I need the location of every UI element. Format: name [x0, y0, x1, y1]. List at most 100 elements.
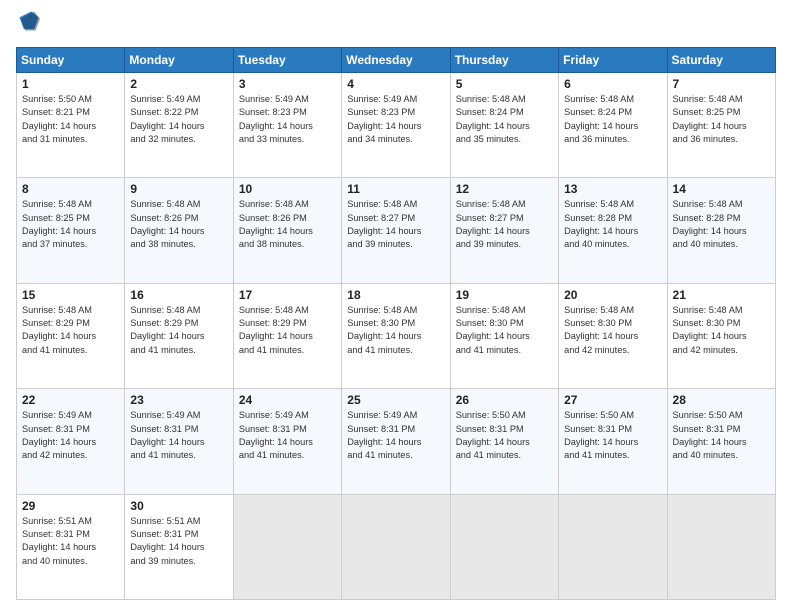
- cell-info: Sunrise: 5:48 AM Sunset: 8:30 PM Dayligh…: [456, 304, 553, 357]
- cal-cell: 4 Sunrise: 5:49 AM Sunset: 8:23 PM Daylig…: [342, 73, 450, 178]
- calendar-table: SundayMondayTuesdayWednesdayThursdayFrid…: [16, 47, 776, 600]
- cal-cell: 25 Sunrise: 5:49 AM Sunset: 8:31 PM Dayli…: [342, 389, 450, 494]
- week-row-0: 1 Sunrise: 5:50 AM Sunset: 8:21 PM Daylig…: [17, 73, 776, 178]
- day-number: 25: [347, 393, 444, 407]
- cal-cell: [559, 494, 667, 599]
- day-number: 13: [564, 182, 661, 196]
- cal-cell: 26 Sunrise: 5:50 AM Sunset: 8:31 PM Dayli…: [450, 389, 558, 494]
- cal-cell: 22Sunrise: 5:49 AM Sunset: 8:31 PM Dayli…: [17, 389, 125, 494]
- cal-cell: [342, 494, 450, 599]
- cell-info: Sunrise: 5:48 AM Sunset: 8:27 PM Dayligh…: [456, 198, 553, 251]
- cell-info: Sunrise: 5:49 AM Sunset: 8:31 PM Dayligh…: [239, 409, 336, 462]
- cal-cell: 14 Sunrise: 5:48 AM Sunset: 8:28 PM Dayli…: [667, 178, 775, 283]
- day-number: 19: [456, 288, 553, 302]
- cal-cell: 1 Sunrise: 5:50 AM Sunset: 8:21 PM Daylig…: [17, 73, 125, 178]
- cal-cell: 28 Sunrise: 5:50 AM Sunset: 8:31 PM Dayli…: [667, 389, 775, 494]
- day-number: 3: [239, 77, 336, 91]
- logo: [16, 12, 44, 39]
- cal-cell: 18 Sunrise: 5:48 AM Sunset: 8:30 PM Dayli…: [342, 283, 450, 388]
- day-number: 23: [130, 393, 227, 407]
- cal-cell: [233, 494, 341, 599]
- day-number: 26: [456, 393, 553, 407]
- page: SundayMondayTuesdayWednesdayThursdayFrid…: [0, 0, 792, 612]
- day-header-tuesday: Tuesday: [233, 48, 341, 73]
- day-number: 6: [564, 77, 661, 91]
- cal-cell: 7Sunrise: 5:48 AM Sunset: 8:25 PM Daylig…: [667, 73, 775, 178]
- cal-cell: 10 Sunrise: 5:48 AM Sunset: 8:26 PM Dayli…: [233, 178, 341, 283]
- day-header-wednesday: Wednesday: [342, 48, 450, 73]
- cell-info: Sunrise: 5:48 AM Sunset: 8:26 PM Dayligh…: [239, 198, 336, 251]
- cell-info: Sunrise: 5:49 AM Sunset: 8:31 PM Dayligh…: [130, 409, 227, 462]
- day-number: 2: [130, 77, 227, 91]
- cell-info: Sunrise: 5:49 AM Sunset: 8:31 PM Dayligh…: [347, 409, 444, 462]
- day-number: 1: [22, 77, 119, 91]
- cal-cell: 9 Sunrise: 5:48 AM Sunset: 8:26 PM Daylig…: [125, 178, 233, 283]
- cal-cell: 5 Sunrise: 5:48 AM Sunset: 8:24 PM Daylig…: [450, 73, 558, 178]
- day-number: 30: [130, 499, 227, 513]
- cell-info: Sunrise: 5:48 AM Sunset: 8:30 PM Dayligh…: [673, 304, 770, 357]
- week-row-4: 29 Sunrise: 5:51 AM Sunset: 8:31 PM Dayli…: [17, 494, 776, 599]
- cal-cell: 19 Sunrise: 5:48 AM Sunset: 8:30 PM Dayli…: [450, 283, 558, 388]
- cell-info: Sunrise: 5:50 AM Sunset: 8:31 PM Dayligh…: [673, 409, 770, 462]
- cal-cell: [450, 494, 558, 599]
- day-number: 11: [347, 182, 444, 196]
- day-number: 15: [22, 288, 119, 302]
- cell-info: Sunrise: 5:48 AM Sunset: 8:27 PM Dayligh…: [347, 198, 444, 251]
- day-number: 9: [130, 182, 227, 196]
- day-header-sunday: Sunday: [17, 48, 125, 73]
- cell-info: Sunrise: 5:50 AM Sunset: 8:21 PM Dayligh…: [22, 93, 119, 146]
- cal-cell: 16 Sunrise: 5:48 AM Sunset: 8:29 PM Dayli…: [125, 283, 233, 388]
- cal-cell: 6 Sunrise: 5:48 AM Sunset: 8:24 PM Daylig…: [559, 73, 667, 178]
- cal-cell: 20Sunrise: 5:48 AM Sunset: 8:30 PM Dayli…: [559, 283, 667, 388]
- cal-cell: 29 Sunrise: 5:51 AM Sunset: 8:31 PM Dayli…: [17, 494, 125, 599]
- day-number: 8: [22, 182, 119, 196]
- cell-info: Sunrise: 5:50 AM Sunset: 8:31 PM Dayligh…: [456, 409, 553, 462]
- day-number: 24: [239, 393, 336, 407]
- cell-info: Sunrise: 5:48 AM Sunset: 8:30 PM Dayligh…: [564, 304, 661, 357]
- cal-cell: 2Sunrise: 5:49 AM Sunset: 8:22 PM Daylig…: [125, 73, 233, 178]
- week-row-3: 22 Sunrise: 5:49 AM Sunset: 8:31 PM Dayli…: [17, 389, 776, 494]
- cal-cell: 17 Sunrise: 5:48 AM Sunset: 8:29 PM Dayli…: [233, 283, 341, 388]
- day-number: 18: [347, 288, 444, 302]
- cal-cell: 11 Sunrise: 5:48 AM Sunset: 8:27 PM Dayli…: [342, 178, 450, 283]
- day-number: 22: [22, 393, 119, 407]
- cell-info: Sunrise: 5:48 AM Sunset: 8:24 PM Dayligh…: [564, 93, 661, 146]
- cell-info: Sunrise: 5:48 AM Sunset: 8:30 PM Dayligh…: [347, 304, 444, 357]
- cell-info: Sunrise: 5:48 AM Sunset: 8:29 PM Dayligh…: [22, 304, 119, 357]
- day-header-row: SundayMondayTuesdayWednesdayThursdayFrid…: [17, 48, 776, 73]
- cal-cell: 3 Sunrise: 5:49 AM Sunset: 8:23 PM Daylig…: [233, 73, 341, 178]
- cell-info: Sunrise: 5:48 AM Sunset: 8:25 PM Dayligh…: [22, 198, 119, 251]
- cell-info: Sunrise: 5:48 AM Sunset: 8:29 PM Dayligh…: [239, 304, 336, 357]
- cell-info: Sunrise: 5:48 AM Sunset: 8:28 PM Dayligh…: [564, 198, 661, 251]
- day-number: 28: [673, 393, 770, 407]
- cal-cell: 13 Sunrise: 5:48 AM Sunset: 8:28 PM Dayli…: [559, 178, 667, 283]
- day-header-monday: Monday: [125, 48, 233, 73]
- cell-info: Sunrise: 5:51 AM Sunset: 8:31 PM Dayligh…: [22, 515, 119, 568]
- cell-info: Sunrise: 5:49 AM Sunset: 8:23 PM Dayligh…: [239, 93, 336, 146]
- cell-info: Sunrise: 5:48 AM Sunset: 8:26 PM Dayligh…: [130, 198, 227, 251]
- cell-info: Sunrise: 5:49 AM Sunset: 8:23 PM Dayligh…: [347, 93, 444, 146]
- day-number: 29: [22, 499, 119, 513]
- cal-cell: 21Sunrise: 5:48 AM Sunset: 8:30 PM Dayli…: [667, 283, 775, 388]
- day-number: 16: [130, 288, 227, 302]
- day-number: 4: [347, 77, 444, 91]
- cal-cell: 8 Sunrise: 5:48 AM Sunset: 8:25 PM Daylig…: [17, 178, 125, 283]
- day-number: 14: [673, 182, 770, 196]
- cell-info: Sunrise: 5:48 AM Sunset: 8:28 PM Dayligh…: [673, 198, 770, 251]
- cell-info: Sunrise: 5:51 AM Sunset: 8:31 PM Dayligh…: [130, 515, 227, 568]
- logo-icon: [18, 10, 40, 32]
- cal-cell: 23 Sunrise: 5:49 AM Sunset: 8:31 PM Dayli…: [125, 389, 233, 494]
- header: [16, 12, 776, 39]
- day-number: 5: [456, 77, 553, 91]
- cal-cell: 15 Sunrise: 5:48 AM Sunset: 8:29 PM Dayli…: [17, 283, 125, 388]
- cal-cell: 12 Sunrise: 5:48 AM Sunset: 8:27 PM Dayli…: [450, 178, 558, 283]
- cell-info: Sunrise: 5:50 AM Sunset: 8:31 PM Dayligh…: [564, 409, 661, 462]
- cell-info: Sunrise: 5:48 AM Sunset: 8:29 PM Dayligh…: [130, 304, 227, 357]
- week-row-2: 15 Sunrise: 5:48 AM Sunset: 8:29 PM Dayli…: [17, 283, 776, 388]
- week-row-1: 8 Sunrise: 5:48 AM Sunset: 8:25 PM Daylig…: [17, 178, 776, 283]
- day-number: 10: [239, 182, 336, 196]
- day-header-friday: Friday: [559, 48, 667, 73]
- cell-info: Sunrise: 5:48 AM Sunset: 8:24 PM Dayligh…: [456, 93, 553, 146]
- day-number: 17: [239, 288, 336, 302]
- day-number: 12: [456, 182, 553, 196]
